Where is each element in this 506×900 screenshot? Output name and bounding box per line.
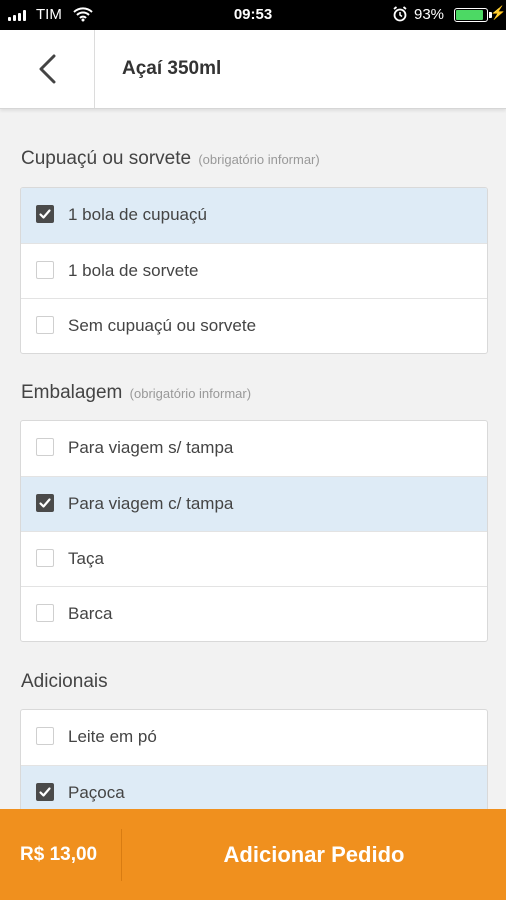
required-hint: (obrigatório informar) bbox=[198, 152, 320, 167]
order-bar: R$ 13,00 Adicionar Pedido bbox=[0, 809, 506, 900]
section-title-adicionais: Adicionais bbox=[21, 671, 108, 693]
battery-percentage: 93% bbox=[414, 6, 445, 23]
chevron-left-icon bbox=[39, 54, 56, 84]
section-title-label: Cupuaçú ou sorvete bbox=[21, 148, 192, 169]
section-title-label: Embalagem bbox=[21, 382, 123, 403]
option-barca[interactable]: Barca bbox=[21, 586, 487, 641]
option-label: Leite em pó bbox=[68, 727, 157, 746]
option-list-adicionais: Leite em pó Paçoca bbox=[20, 709, 488, 809]
option-pacoca[interactable]: Paçoca bbox=[21, 765, 487, 809]
checkbox[interactable] bbox=[36, 549, 54, 567]
option-label: Paçoca bbox=[68, 783, 125, 802]
check-icon bbox=[39, 209, 51, 219]
checkbox[interactable] bbox=[36, 316, 54, 334]
option-1-bola-de-cupuacu[interactable]: 1 bola de cupuaçú bbox=[21, 188, 487, 243]
add-order-label: Adicionar Pedido bbox=[223, 842, 405, 867]
check-icon bbox=[39, 787, 51, 797]
checkbox[interactable] bbox=[36, 438, 54, 456]
alarm-icon bbox=[392, 6, 408, 26]
checkbox[interactable] bbox=[36, 727, 54, 745]
checkbox-checked[interactable] bbox=[36, 783, 54, 801]
checkbox[interactable] bbox=[36, 261, 54, 279]
option-list-embalagem: Para viagem s/ tampa Para viagem c/ tamp… bbox=[20, 420, 488, 642]
option-list-cupuacu-ou-sorvete: 1 bola de cupuaçú 1 bola de sorvete Sem … bbox=[20, 187, 488, 354]
check-icon bbox=[39, 498, 51, 508]
checkbox[interactable] bbox=[36, 604, 54, 622]
option-label: 1 bola de cupuaçú bbox=[68, 205, 207, 224]
option-label: Para viagem c/ tampa bbox=[68, 494, 234, 513]
option-label: Para viagem s/ tampa bbox=[68, 438, 234, 457]
status-bar: TIM 09:53 93% ⚡ bbox=[0, 0, 506, 30]
option-1-bola-de-sorvete[interactable]: 1 bola de sorvete bbox=[21, 243, 487, 298]
top-nav-bar: Açaí 350ml bbox=[0, 30, 506, 109]
page-title: Açaí 350ml bbox=[122, 58, 222, 79]
option-label: Sem cupuaçú ou sorvete bbox=[68, 316, 257, 335]
section-title-cupuacu-ou-sorvete: Cupuaçú ou sorvete (obrigatório informar… bbox=[21, 148, 320, 170]
back-button[interactable] bbox=[0, 30, 95, 108]
option-leite-em-po[interactable]: Leite em pó bbox=[21, 710, 487, 765]
option-para-viagem-s-tampa[interactable]: Para viagem s/ tampa bbox=[21, 421, 487, 476]
battery-icon bbox=[454, 8, 492, 22]
checkbox-checked[interactable] bbox=[36, 205, 54, 223]
option-label: Barca bbox=[68, 604, 113, 623]
option-label: Taça bbox=[68, 549, 104, 568]
checkbox-checked[interactable] bbox=[36, 494, 54, 512]
option-label: 1 bola de sorvete bbox=[68, 261, 199, 280]
section-title-label: Adicionais bbox=[21, 671, 108, 692]
options-content[interactable]: Cupuaçú ou sorvete (obrigatório informar… bbox=[0, 109, 506, 809]
option-sem-cupuacu-ou-sorvete[interactable]: Sem cupuaçú ou sorvete bbox=[21, 298, 487, 353]
required-hint: (obrigatório informar) bbox=[129, 386, 252, 401]
option-taca[interactable]: Taça bbox=[21, 531, 487, 586]
charging-icon: ⚡ bbox=[490, 5, 506, 20]
option-para-viagem-c-tampa[interactable]: Para viagem c/ tampa bbox=[21, 476, 487, 531]
add-order-button[interactable]: Adicionar Pedido bbox=[122, 809, 506, 900]
total-price: R$ 13,00 bbox=[20, 844, 98, 865]
section-title-embalagem: Embalagem (obrigatório informar) bbox=[21, 382, 251, 404]
